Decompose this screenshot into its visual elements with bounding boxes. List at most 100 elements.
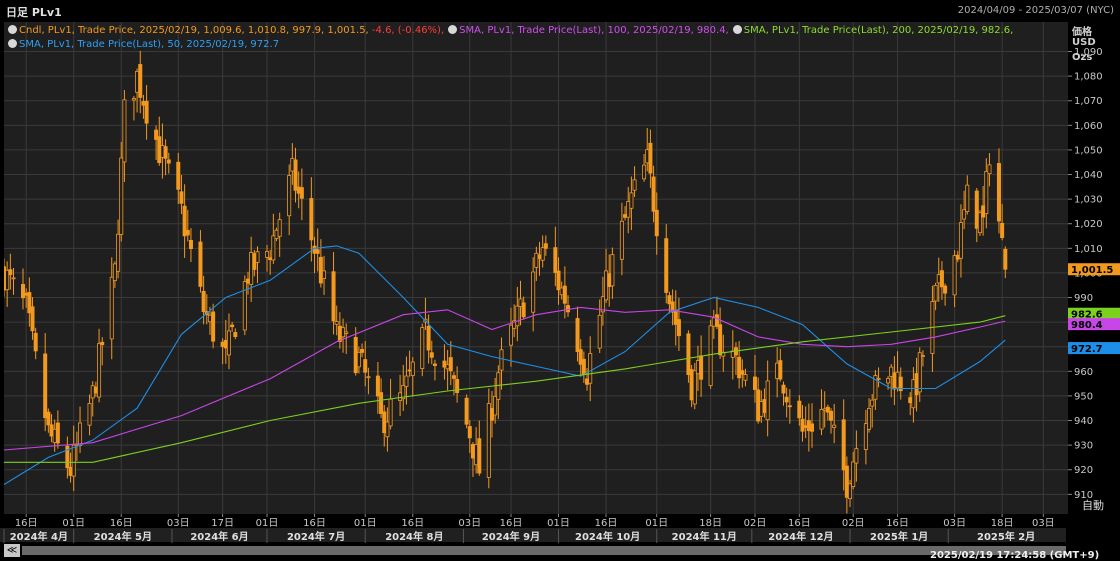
candle-body: [499, 349, 504, 371]
candle-body: [71, 444, 76, 477]
candle-body: [90, 385, 95, 399]
candle-body: [787, 405, 792, 408]
candle-body: [470, 444, 475, 459]
candle-body: [711, 317, 716, 327]
legend-sma50[interactable]: SMA, PLv1, Trade Price(Last), 50, 2025/0…: [8, 39, 279, 50]
price-tick-label: 930: [1074, 441, 1093, 452]
candle-body: [917, 352, 922, 393]
candle-body: [981, 205, 986, 218]
candle-body: [752, 376, 757, 390]
candle-body: [287, 175, 292, 217]
candle-body: [508, 324, 513, 346]
candle-body: [645, 149, 650, 164]
candle-body: [112, 263, 117, 281]
candle-body: [676, 319, 681, 337]
clock-icon: [448, 25, 458, 34]
auto-scale-button[interactable]: 自動: [1070, 498, 1116, 513]
candle-body: [686, 333, 691, 376]
candle-body: [581, 358, 586, 375]
candle-body: [467, 426, 472, 439]
candle-body: [8, 269, 13, 276]
candle-body: [49, 424, 54, 437]
price-tick-label: 1,040: [1074, 170, 1103, 181]
price-marker-label: 980.4: [1071, 320, 1103, 331]
month-label: 2025年 2月: [977, 530, 1035, 543]
candle-body: [844, 465, 849, 498]
candle-body: [534, 252, 539, 268]
candle-body: [996, 163, 1001, 222]
time-scrollbar[interactable]: [22, 546, 1066, 555]
candle-body: [695, 360, 700, 375]
day-tick-label: 03日: [1032, 518, 1055, 528]
price-tick-label: 1,010: [1074, 244, 1103, 255]
candle-body: [889, 366, 894, 377]
candle-body: [157, 136, 162, 164]
candle-body: [242, 281, 247, 331]
candle-body: [955, 254, 960, 260]
chart-svg[interactable]: [4, 22, 1068, 514]
candle-body: [344, 331, 349, 334]
scroll-left-button[interactable]: ≪: [4, 544, 20, 557]
candle-body: [11, 277, 16, 280]
candle-body: [543, 243, 548, 249]
candle-body: [806, 420, 811, 432]
price-tick-label: 1,020: [1074, 219, 1103, 230]
day-tick-label: 02日: [842, 518, 865, 528]
candle-body: [765, 380, 770, 421]
day-tick-label: 01日: [62, 518, 85, 528]
timestamp: 2025/02/19 17:24:58 (GMT+9): [930, 550, 1100, 561]
candle-body: [664, 238, 669, 293]
candle-body: [626, 201, 631, 218]
candle-body: [135, 71, 140, 93]
candle-body: [984, 171, 989, 215]
candle-body: [249, 251, 254, 285]
candle-body: [451, 375, 456, 379]
price-tick-label: 990: [1074, 293, 1093, 304]
candle-body: [477, 438, 482, 474]
candle-body: [109, 276, 114, 340]
legend-sma200[interactable]: SMA, PLv1, Trade Price(Last), 200, 2025/…: [732, 25, 1013, 36]
candle-body: [296, 186, 301, 194]
candle-body: [166, 159, 171, 164]
legend-sma100[interactable]: SMA, PLv1, Trade Price(Last), 100, 2025/…: [448, 25, 729, 36]
candle-body: [268, 257, 273, 261]
candle-body: [987, 164, 992, 174]
month-axis-svg: 2024年 4月 2024年 5月 2024年 6月 2024年 7月 2024年 8月…: [3, 529, 1035, 543]
candle-body: [464, 397, 469, 425]
candle-body: [515, 305, 520, 327]
day-tick-label: 01日: [547, 518, 570, 528]
candle-body: [629, 192, 634, 209]
legend-candle[interactable]: Cndl, PLv1, Trade Price, 2025/02/19, 1,0…: [8, 25, 444, 36]
day-tick-label: 03日: [167, 518, 190, 528]
candle-body: [651, 176, 656, 212]
candle-body: [493, 395, 498, 416]
month-label: 2024年 11月: [672, 530, 737, 543]
candle-body: [718, 324, 723, 356]
candle-body: [911, 379, 916, 409]
day-tick-label: 16日: [595, 518, 618, 528]
candle-body: [673, 309, 678, 325]
candle-body: [375, 375, 380, 397]
day-tick-label: 16日: [110, 518, 133, 528]
candle-body: [334, 321, 339, 325]
candle-body: [848, 483, 853, 500]
candle-body: [93, 386, 98, 394]
candle-body: [825, 406, 830, 413]
candle-body: [21, 284, 26, 299]
candle-body: [138, 64, 143, 98]
month-label: 2024年 5月: [94, 530, 152, 543]
candle-body: [965, 184, 970, 212]
candle-body: [1003, 248, 1008, 270]
month-label: 2024年 7月: [287, 530, 345, 543]
price-axis[interactable]: 価格 USD Ozs 9109209309409509609709809901,…: [1068, 22, 1120, 514]
candle-body: [404, 375, 409, 387]
candle-body: [27, 292, 32, 314]
candle-body: [920, 355, 925, 357]
candle-body: [642, 164, 647, 180]
candle-body: [781, 384, 786, 394]
candle-body: [68, 466, 73, 476]
clock-icon: [8, 39, 17, 48]
candle-body: [841, 419, 846, 471]
candle-body: [597, 314, 602, 349]
plot-area[interactable]: [4, 22, 1068, 514]
